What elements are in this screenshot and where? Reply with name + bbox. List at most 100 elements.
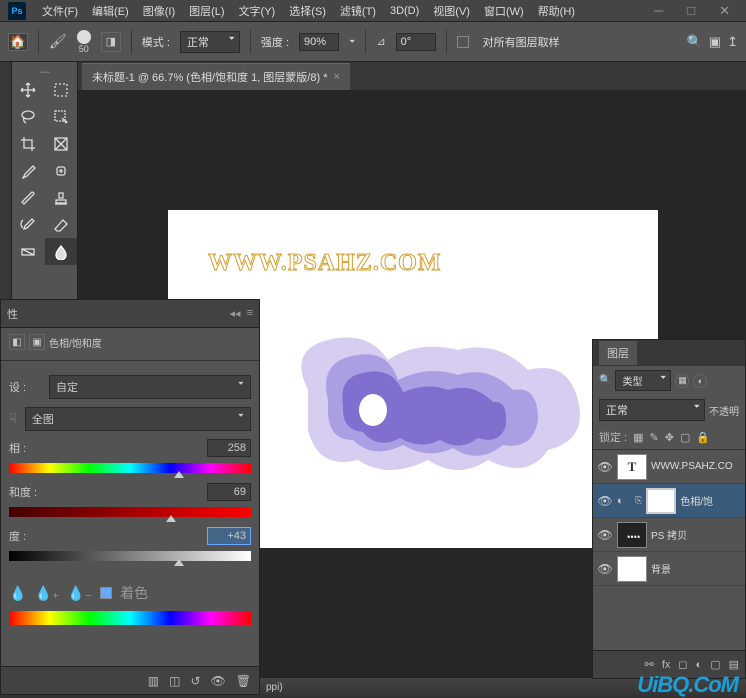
visibility-toggle[interactable]: 👁 [597,528,613,542]
clip-icon[interactable]: ▥ [148,674,159,688]
filter-type-dropdown[interactable]: 类型 [615,370,671,391]
eyedropper-tool[interactable] [12,157,45,184]
saturation-slider[interactable] [9,505,251,525]
hue-value[interactable]: 258 [207,439,251,457]
layer-row[interactable]: 👁 ◐ ⎘ 色相/饱 [593,484,745,518]
artwork-shape [278,310,598,530]
layer-name[interactable]: 色相/饱 [680,493,713,508]
home-button[interactable]: 🏠 [8,33,28,51]
blur-tool[interactable] [45,238,78,265]
blend-mode-dropdown[interactable]: 正常 [599,399,705,421]
reset-icon[interactable]: ↺ [190,674,200,688]
gradient-tool[interactable] [12,238,45,265]
menu-help[interactable]: 帮助(H) [532,1,581,21]
panel-collapse-icon[interactable]: ◂◂ [230,307,241,320]
layer-mask-thumb[interactable] [646,488,676,514]
new-adjustment-icon[interactable]: ◐ [696,659,703,671]
layer-name[interactable]: PS 拷贝 [651,527,687,542]
menu-window[interactable]: 窗口(W) [478,1,530,21]
hue-strip [9,611,251,625]
frame-icon[interactable]: ▣ [709,34,721,50]
move-tool[interactable] [12,76,45,103]
minimize-button[interactable]: ─ [646,1,671,21]
angle-input[interactable]: 0° [396,33,436,51]
close-button[interactable]: ✕ [711,1,738,21]
delete-adjustment-icon[interactable]: 🗑 [236,674,251,688]
toggle-visibility-icon[interactable]: 👁 [211,674,226,688]
visibility-toggle[interactable]: 👁 [597,460,613,474]
menu-file[interactable]: 文件(F) [36,1,84,21]
marquee-tool[interactable] [45,76,78,103]
filter-pixel-icon[interactable]: ▦ [675,374,689,388]
preset-dropdown[interactable]: 自定 [49,375,251,399]
lock-position-icon[interactable]: ✥ [665,431,674,444]
document-tab[interactable]: 未标题-1 @ 66.7% (色相/饱和度 1, 图层蒙版/8) * × [82,63,350,90]
link-icon[interactable]: ⎘ [635,495,642,506]
eraser-tool[interactable] [45,211,78,238]
layers-tab[interactable]: 图层 [599,341,637,365]
sample-all-checkbox[interactable] [457,36,469,48]
panel-menu-icon[interactable]: ≡ [247,307,253,320]
menu-type[interactable]: 文字(Y) [233,1,282,21]
lock-pixels-icon[interactable]: ▦ [633,431,643,444]
layer-fx-icon[interactable]: fx [662,659,671,671]
stamp-tool[interactable] [45,184,78,211]
healing-tool[interactable] [45,157,78,184]
menu-filter[interactable]: 滤镜(T) [334,1,382,21]
brush-preset-picker[interactable]: 50 [77,30,91,54]
menu-image[interactable]: 图像(I) [137,1,181,21]
document-tabs: 未标题-1 @ 66.7% (色相/饱和度 1, 图层蒙版/8) * × [78,62,746,90]
quick-select-tool[interactable] [45,103,78,130]
mode-dropdown[interactable]: 正常 [180,31,240,53]
crop-tool[interactable] [12,130,45,157]
filter-adjust-icon[interactable]: ◐ [693,374,707,388]
colorize-checkbox[interactable] [100,587,112,599]
menu-3d[interactable]: 3D(D) [384,3,425,19]
saturation-value[interactable]: 69 [207,483,251,501]
brush-panel-toggle[interactable]: ◨ [101,32,121,52]
close-tab-icon[interactable]: × [333,71,339,83]
layer-row[interactable]: 👁 ᠁ PS 拷贝 [593,518,745,552]
new-layer-icon[interactable]: ▤ [729,658,739,671]
view-previous-icon[interactable]: ◫ [169,674,180,688]
search-icon[interactable]: 🔍 [687,34,703,50]
lightness-slider[interactable] [9,549,251,569]
visibility-toggle[interactable]: 👁 [597,494,613,508]
properties-footer: ▥ ◫ ↺ 👁 🗑 [1,666,259,694]
lock-all-icon[interactable]: 🔒 [696,431,710,444]
history-brush-tool[interactable] [12,211,45,238]
target-icon[interactable]: ☟ [9,411,17,427]
frame-tool[interactable] [45,130,78,157]
strength-dropdown-icon[interactable]: ⏷ [349,37,355,47]
menu-edit[interactable]: 编辑(E) [86,1,135,21]
filter-search-icon[interactable]: 🔍 [599,375,611,386]
eyedropper-sub-icon[interactable]: 💧₋ [67,585,92,602]
menu-select[interactable]: 选择(S) [283,1,332,21]
menu-view[interactable]: 视图(V) [427,1,476,21]
share-icon[interactable]: ↥ [727,34,738,50]
layer-row[interactable]: 👁 背景 [593,552,745,586]
strength-input[interactable]: 90% [299,33,339,51]
hue-slider[interactable] [9,461,251,481]
new-group-icon[interactable]: ▢ [710,658,720,671]
link-layers-icon[interactable]: ⚯ [645,658,654,671]
mask-icon: ▣ [29,334,45,350]
lightness-value[interactable]: +43 [207,527,251,545]
layer-name[interactable]: WWW.PSAHZ.CO [651,461,733,472]
eyedropper-set-icon[interactable]: 💧 [9,585,26,602]
lock-paint-icon[interactable]: ✎ [650,431,659,444]
maximize-button[interactable]: □ [679,1,703,21]
toolbox-grip[interactable]: ┅┅ [12,68,77,76]
add-mask-icon[interactable]: ◻ [678,658,687,671]
properties-tab[interactable]: 性 [7,306,18,322]
layer-row[interactable]: 👁 T WWW.PSAHZ.CO [593,450,745,484]
menu-layer[interactable]: 图层(L) [183,1,230,21]
visibility-toggle[interactable]: 👁 [597,562,613,576]
brush-tool[interactable] [12,184,45,211]
eyedropper-add-icon[interactable]: 💧₊ [34,585,59,602]
range-dropdown[interactable]: 全图 [25,407,251,431]
layer-thumb [617,556,647,582]
lock-artboard-icon[interactable]: ▢ [680,431,690,444]
lasso-tool[interactable] [12,103,45,130]
layer-name[interactable]: 背景 [651,561,671,576]
